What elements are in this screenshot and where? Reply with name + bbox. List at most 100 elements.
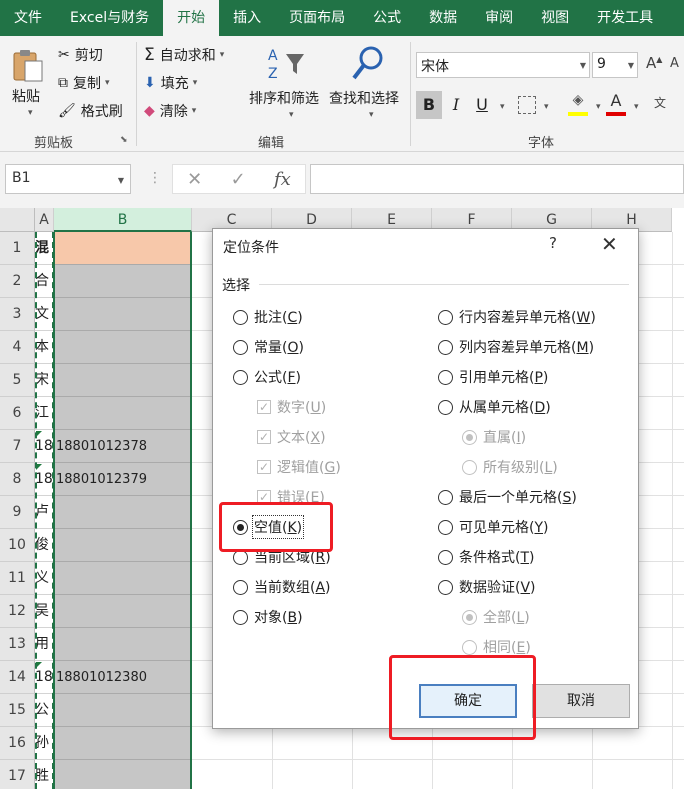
cut-button[interactable]: ✂ 剪切 bbox=[58, 45, 103, 65]
radio-icon[interactable] bbox=[438, 579, 453, 595]
radio-icon[interactable] bbox=[438, 519, 453, 535]
clear-button[interactable]: ◆ 清除 ▾ bbox=[144, 101, 196, 121]
shrink-font-icon[interactable]: A bbox=[670, 56, 679, 71]
row-header-16[interactable]: 16 bbox=[0, 727, 35, 760]
radio-icon[interactable] bbox=[233, 579, 248, 595]
magnifier-icon[interactable] bbox=[350, 44, 386, 84]
find-select-dropdown-icon[interactable]: ▾ bbox=[369, 110, 374, 120]
autosum-dropdown-icon[interactable]: ▾ bbox=[220, 50, 225, 60]
radio-icon[interactable] bbox=[438, 549, 453, 565]
option-6-right[interactable]: 最后一个单元格(S) bbox=[438, 486, 577, 508]
option-0-right[interactable]: 行内容差异单元格(W) bbox=[438, 306, 596, 328]
tab-excel-finance[interactable]: Excel与财务 bbox=[56, 0, 163, 36]
row-header-2[interactable]: 2 bbox=[0, 265, 35, 298]
option-8-right[interactable]: 条件格式(T) bbox=[438, 546, 535, 568]
tab-data[interactable]: 数据 bbox=[415, 0, 471, 36]
fill-color-dropdown-icon[interactable]: ▾ bbox=[596, 102, 601, 112]
row-header-13[interactable]: 13 bbox=[0, 628, 35, 661]
tab-developer[interactable]: 开发工具 bbox=[583, 0, 667, 36]
grow-font-icon[interactable]: A▲ bbox=[646, 54, 662, 72]
row-header-11[interactable]: 11 bbox=[0, 562, 35, 595]
row-header-4[interactable]: 4 bbox=[0, 331, 35, 364]
fill-button[interactable]: ⬇ 填充 ▾ bbox=[144, 73, 197, 93]
column-header-a[interactable]: A bbox=[35, 208, 54, 232]
option-label: 文本 bbox=[277, 430, 305, 446]
row-header-10[interactable]: 10 bbox=[0, 529, 35, 562]
row-header-8[interactable]: 8 bbox=[0, 463, 35, 496]
copy-dropdown-icon[interactable]: ▾ bbox=[105, 78, 110, 88]
option-0-left[interactable]: 批注(C) bbox=[233, 306, 303, 328]
row-header-17[interactable]: 17 bbox=[0, 760, 35, 789]
option-2-left[interactable]: 公式(F) bbox=[233, 366, 301, 388]
insert-function-icon[interactable]: fx bbox=[274, 169, 291, 190]
font-color-dropdown-icon[interactable]: ▾ bbox=[634, 102, 639, 112]
row-header-6[interactable]: 6 bbox=[0, 397, 35, 430]
option-9-left[interactable]: 当前数组(A) bbox=[233, 576, 331, 598]
radio-icon[interactable] bbox=[233, 609, 248, 625]
paste-icon[interactable] bbox=[12, 48, 44, 82]
option-9-right[interactable]: 数据验证(V) bbox=[438, 576, 536, 598]
row-header-5[interactable]: 5 bbox=[0, 364, 35, 397]
option-7-right[interactable]: 可见单元格(Y) bbox=[438, 516, 549, 538]
enter-icon[interactable]: ✓ bbox=[231, 169, 246, 190]
tab-page-layout[interactable]: 页面布局 bbox=[275, 0, 359, 36]
find-select-button[interactable]: 查找和选择 bbox=[329, 88, 399, 108]
row-header-9[interactable]: 9 bbox=[0, 496, 35, 529]
fill-color-icon[interactable]: ◈ bbox=[568, 92, 588, 116]
italic-button[interactable]: I bbox=[446, 91, 466, 119]
underline-button[interactable]: U bbox=[472, 91, 492, 119]
tab-view[interactable]: 视图 bbox=[527, 0, 583, 36]
option-2-right[interactable]: 引用单元格(P) bbox=[438, 366, 548, 388]
option-1-left[interactable]: 常量(O) bbox=[233, 336, 304, 358]
option-10-left[interactable]: 对象(B) bbox=[233, 606, 303, 628]
clipboard-launcher-icon[interactable]: ⬊ bbox=[120, 135, 128, 145]
radio-icon[interactable] bbox=[233, 339, 248, 355]
formula-input[interactable] bbox=[310, 164, 684, 194]
underline-dropdown-icon[interactable]: ▾ bbox=[500, 102, 505, 112]
autosum-button[interactable]: Σ 自动求和 ▾ bbox=[144, 45, 224, 65]
name-box[interactable]: B1 ▼ bbox=[5, 164, 131, 194]
tab-insert[interactable]: 插入 bbox=[219, 0, 275, 36]
font-size-select[interactable]: 9 ▼ bbox=[592, 52, 638, 78]
phonetic-icon[interactable]: 文 bbox=[654, 94, 666, 111]
column-header-b[interactable]: B bbox=[54, 208, 192, 232]
clear-dropdown-icon[interactable]: ▾ bbox=[192, 106, 197, 116]
font-name-select[interactable]: 宋体 ▼ bbox=[416, 52, 590, 78]
copy-button[interactable]: ⧉ 复制 ▾ bbox=[58, 73, 110, 93]
row-header-7[interactable]: 7 bbox=[0, 430, 35, 463]
fill-dropdown-icon[interactable]: ▾ bbox=[193, 78, 198, 88]
cancel-icon[interactable]: ✕ bbox=[187, 169, 202, 190]
help-icon[interactable]: ? bbox=[549, 234, 557, 252]
tab-review[interactable]: 审阅 bbox=[471, 0, 527, 36]
select-all-corner[interactable] bbox=[0, 208, 35, 232]
sort-filter-button[interactable]: 排序和筛选 bbox=[249, 88, 319, 108]
border-icon[interactable] bbox=[518, 96, 536, 114]
paste-dropdown-icon[interactable]: ▾ bbox=[28, 108, 33, 118]
row-header-14[interactable]: 14 bbox=[0, 661, 35, 694]
radio-icon[interactable] bbox=[438, 339, 453, 355]
format-painter-button[interactable]: 🖌 格式刷 bbox=[58, 101, 123, 121]
border-dropdown-icon[interactable]: ▾ bbox=[544, 102, 549, 112]
row-header-3[interactable]: 3 bbox=[0, 298, 35, 331]
row-header-15[interactable]: 15 bbox=[0, 694, 35, 727]
row-header-1[interactable]: 1 bbox=[0, 232, 35, 265]
tab-file[interactable]: 文件 bbox=[0, 0, 56, 36]
row-header-12[interactable]: 12 bbox=[0, 595, 35, 628]
radio-icon[interactable] bbox=[233, 369, 248, 385]
radio-icon[interactable] bbox=[438, 489, 453, 505]
close-icon[interactable]: ✕ bbox=[601, 232, 618, 256]
font-color-icon[interactable]: A bbox=[606, 92, 626, 116]
cancel-button[interactable]: 取消 bbox=[532, 684, 630, 718]
bold-button[interactable]: B bbox=[416, 91, 442, 119]
paste-button[interactable]: 粘贴 bbox=[12, 86, 40, 106]
sort-filter-icon[interactable]: A Z bbox=[266, 44, 308, 84]
sort-filter-dropdown-icon[interactable]: ▾ bbox=[289, 110, 294, 120]
radio-icon[interactable] bbox=[233, 309, 248, 325]
radio-icon[interactable] bbox=[438, 399, 453, 415]
radio-icon[interactable] bbox=[438, 309, 453, 325]
tab-formulas[interactable]: 公式 bbox=[359, 0, 415, 36]
radio-icon[interactable] bbox=[438, 369, 453, 385]
tab-home[interactable]: 开始 bbox=[163, 0, 220, 36]
option-3-right[interactable]: 从属单元格(D) bbox=[438, 396, 551, 418]
option-1-right[interactable]: 列内容差异单元格(M) bbox=[438, 336, 594, 358]
